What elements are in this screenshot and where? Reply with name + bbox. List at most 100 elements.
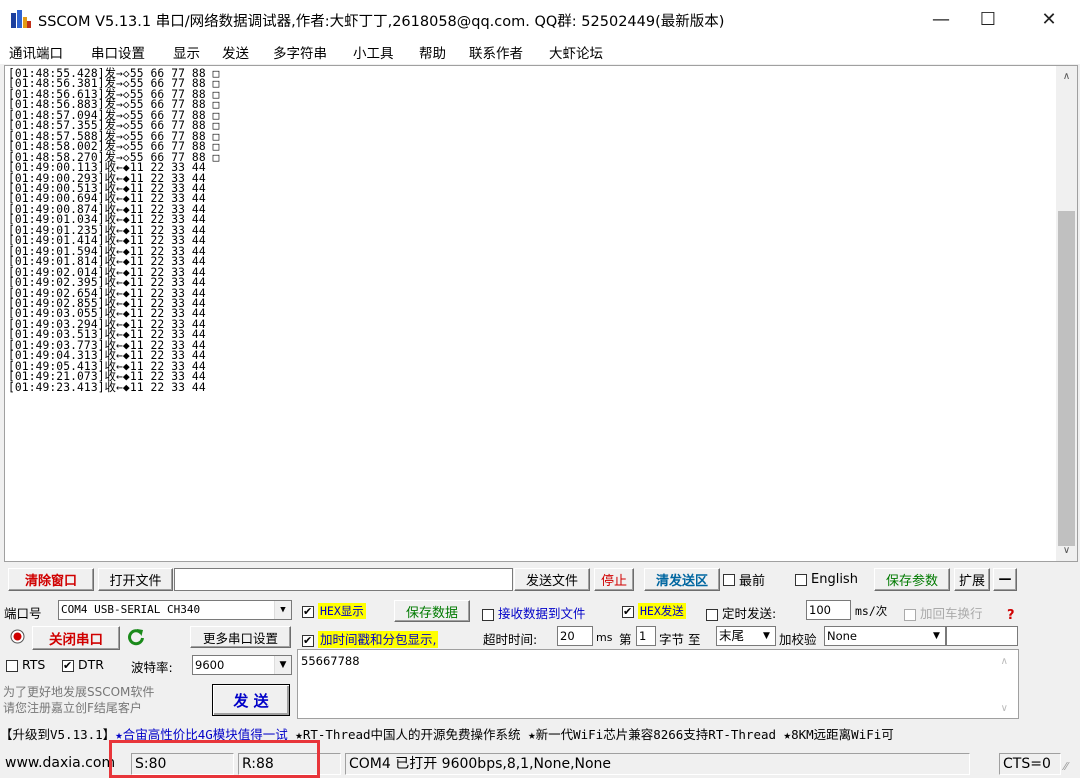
baud-value: 9600 [195, 658, 225, 672]
byte-index-input[interactable]: 1 [636, 626, 656, 646]
checksum-extra-input[interactable] [946, 626, 1018, 646]
clear-send-button[interactable]: 清发送区 [644, 568, 720, 591]
save-params-button[interactable]: 保存参数 [874, 568, 950, 591]
annotation-highlight [109, 740, 320, 778]
topmost-check-icon[interactable] [723, 573, 735, 586]
cts-status: CTS=0 [999, 753, 1061, 775]
menu-tools[interactable]: 小工具 [353, 42, 394, 62]
menu-forum[interactable]: 大虾论坛 [549, 42, 603, 62]
timeout-value: 20 [560, 629, 575, 643]
refresh-icon[interactable] [126, 627, 146, 647]
topmost-label: 最前 [739, 574, 766, 589]
close-port-button[interactable]: 关闭串口 [32, 626, 120, 650]
interval-input[interactable]: 100 [806, 600, 851, 620]
english-label: English [811, 572, 858, 587]
stop-button[interactable]: 停止 [594, 568, 634, 591]
send-scroll-down-icon[interactable]: ∨ [1001, 703, 1008, 714]
timed-send-check-icon[interactable] [706, 608, 718, 621]
dtr-checkbox[interactable]: DTR [62, 657, 104, 672]
promo-text[interactable]: 为了更好地发展SSCOM软件 请您注册嘉立创F结尾客户 [3, 684, 154, 716]
rts-check-icon[interactable] [6, 659, 18, 672]
maximize-button[interactable]: ☐ [965, 0, 1011, 38]
recv-to-file-check-icon[interactable] [482, 608, 494, 621]
rts-checkbox[interactable]: RTS [6, 657, 45, 672]
dtr-check-icon[interactable] [62, 659, 74, 672]
port-status-text: COM4 已打开 9600bps,8,1,None,None [345, 753, 970, 775]
send-scroll-up-icon[interactable]: ∧ [1001, 656, 1008, 667]
timeout-input[interactable]: 20 [557, 626, 593, 646]
marquee-segment: 【升级到V5.13.1】 [0, 727, 116, 742]
menu-multi-string[interactable]: 多字符串 [273, 42, 327, 62]
scroll-up-icon[interactable]: ∧ [1056, 68, 1077, 86]
english-check-icon[interactable] [795, 573, 807, 586]
chevron-down-icon[interactable]: ▼ [274, 656, 291, 674]
add-crlf-checkbox[interactable]: 加回车换行 [904, 603, 983, 622]
more-settings-button[interactable]: 更多串口设置 [190, 626, 291, 648]
menu-display[interactable]: 显示 [173, 42, 200, 62]
checksum-value: None [827, 629, 858, 643]
hex-display-checkbox[interactable]: HEX显示 [302, 603, 366, 619]
menu-bar: 通讯端口 串口设置 显示 发送 多字符串 小工具 帮助 联系作者 大虾论坛 [0, 38, 1080, 64]
timeout-unit: ms [596, 631, 613, 644]
send-button[interactable]: 发 送 [212, 684, 290, 716]
help-icon[interactable]: ? [1007, 608, 1015, 623]
baud-label: 波特率: [131, 660, 173, 675]
menu-help[interactable]: 帮助 [419, 42, 446, 62]
toolbar: 清除窗口 打开文件 发送文件 停止 清发送区 最前 English 保存参数 扩… [0, 565, 1080, 593]
interval-unit: ms/次 [855, 604, 888, 618]
hex-send-check-icon[interactable] [622, 605, 634, 618]
end-value: 末尾 [719, 628, 745, 643]
menu-contact-author[interactable]: 联系作者 [469, 42, 523, 62]
chevron-down-icon[interactable]: ▼ [758, 627, 775, 645]
expand-button[interactable]: 扩展 [954, 568, 990, 591]
website-link[interactable]: www.daxia.com [2, 753, 126, 775]
topmost-checkbox[interactable]: 最前 [723, 568, 783, 591]
menu-serial-settings[interactable]: 串口设置 [91, 42, 145, 62]
hex-display-label: HEX显示 [318, 603, 366, 619]
rts-label: RTS [22, 657, 46, 672]
close-button[interactable]: ✕ [1026, 0, 1072, 38]
clear-window-button[interactable]: 清除窗口 [8, 568, 94, 591]
hex-display-check-icon[interactable] [302, 605, 314, 618]
open-file-button[interactable]: 打开文件 [98, 568, 173, 591]
recv-to-file-label: 接收数据到文件 [498, 606, 586, 621]
menu-send[interactable]: 发送 [222, 42, 249, 62]
log-lines: [01:48:55.428]发→◇55 66 77 88 □ [01:48:56.… [8, 68, 220, 394]
baud-select[interactable]: 9600 ▼ [192, 655, 292, 675]
scroll-down-icon[interactable]: ∨ [1056, 542, 1077, 560]
timed-send-label: 定时发送: [722, 606, 777, 621]
recv-to-file-checkbox[interactable]: 接收数据到文件 [482, 603, 586, 622]
menu-comm-port[interactable]: 通讯端口 [9, 42, 63, 62]
log-line: [01:49:23.413]收←◆11 22 33 44 [8, 380, 206, 394]
byte-label: 字节 至 [659, 632, 701, 647]
save-data-button[interactable]: 保存数据 [394, 600, 470, 622]
file-path-input[interactable] [174, 568, 513, 591]
add-crlf-check-icon[interactable] [904, 608, 916, 621]
send-file-button[interactable]: 发送文件 [514, 568, 590, 591]
timeout-label: 超时时间: [483, 632, 538, 647]
send-data-value: 55667788 [301, 654, 360, 668]
port-label: 端口号 [4, 606, 42, 621]
chevron-down-icon[interactable]: ▼ [274, 601, 291, 619]
minimize-button[interactable]: — [918, 0, 964, 38]
send-data-textarea[interactable]: 55667788 ∧ ∨ [297, 649, 1019, 719]
collapse-button[interactable]: — [993, 568, 1017, 591]
window-title: SSCOM V5.13.1 串口/网络数据调试器,作者:大虾丁丁,2618058… [38, 14, 725, 30]
timestamp-check-icon[interactable] [302, 634, 314, 647]
byte-prefix: 第 [619, 632, 632, 647]
dtr-label: DTR [78, 657, 104, 672]
scroll-thumb[interactable] [1058, 211, 1075, 546]
timed-send-checkbox[interactable]: 定时发送: [706, 603, 776, 622]
port-value: COM4 USB-SERIAL CH340 [61, 603, 201, 616]
end-select[interactable]: 末尾 ▼ [716, 626, 776, 646]
checksum-select[interactable]: None ▼ [824, 626, 946, 646]
log-scrollbar[interactable]: ∧ ∨ [1056, 65, 1078, 562]
hex-send-checkbox[interactable]: HEX发送 [622, 603, 686, 619]
timestamp-checkbox[interactable]: 加时间戳和分包显示, [302, 629, 439, 648]
port-select[interactable]: COM4 USB-SERIAL CH340 ▼ [58, 600, 292, 620]
receive-log[interactable]: [01:48:55.428]发→◇55 66 77 88 □ [01:48:56.… [4, 65, 1056, 562]
chevron-down-icon[interactable]: ▼ [928, 627, 945, 645]
port-status-icon [10, 629, 25, 644]
english-checkbox[interactable]: English [795, 568, 873, 591]
resize-grip-icon[interactable]: ⁄⁄ [1064, 760, 1068, 773]
